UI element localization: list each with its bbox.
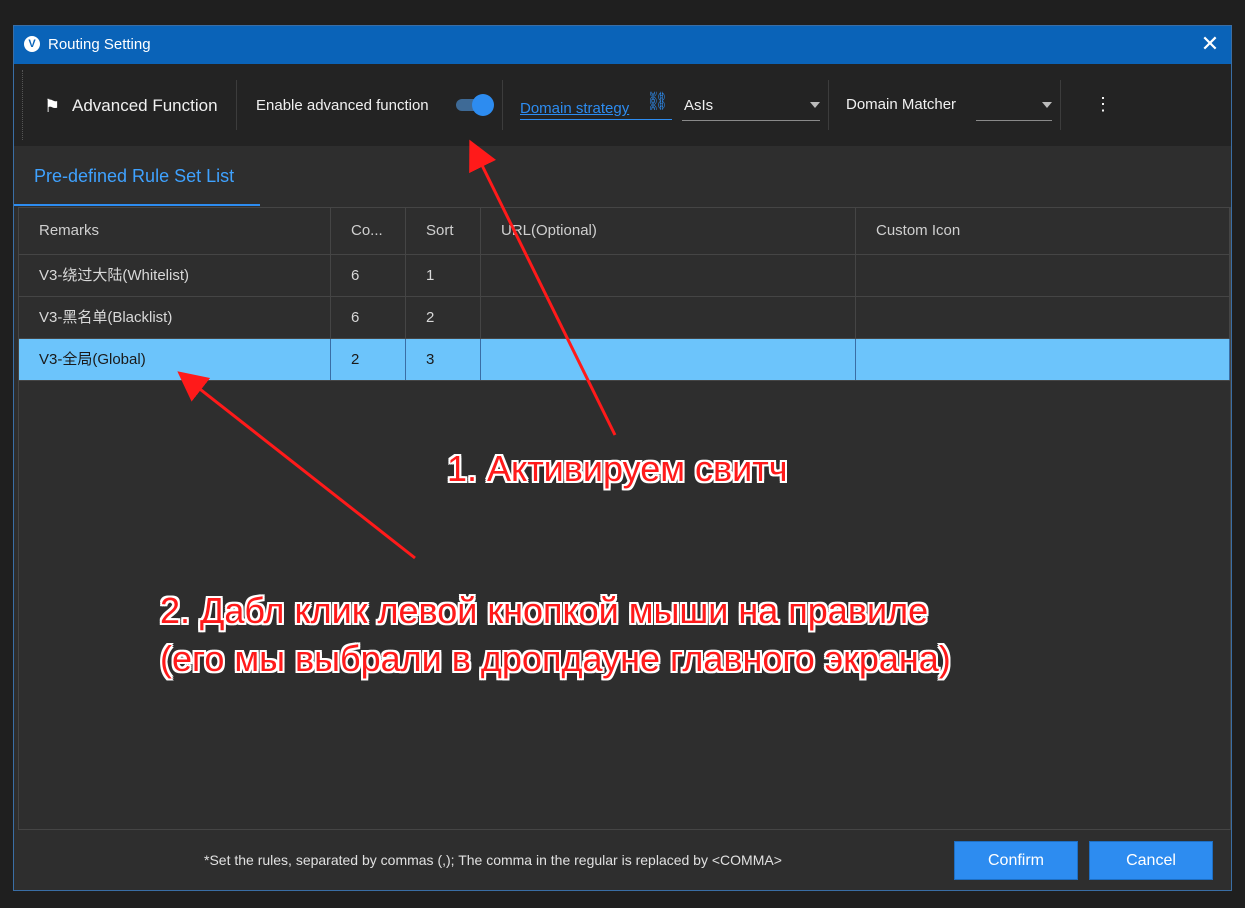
cell-url (481, 297, 856, 338)
cell-remarks: V3-黑名单(Blacklist) (19, 297, 331, 338)
more-vertical-icon: ⋮ (1094, 94, 1112, 114)
rule-set-table: Remarks Co... Sort URL(Optional) Custom … (18, 207, 1231, 830)
close-button[interactable]: ✕ (1199, 32, 1221, 56)
cell-url (481, 255, 856, 296)
domain-strategy-underline (520, 119, 672, 120)
annotation-step-2-line-2: (его мы выбрали в дропдауне главного экр… (160, 638, 951, 679)
tab-label: Pre-defined Rule Set List (34, 166, 235, 186)
cell-sort: 1 (406, 255, 481, 296)
domain-matcher-label: Domain Matcher (846, 96, 957, 113)
chevron-down-icon (810, 102, 820, 108)
table-row-selected[interactable]: V3-全局(Global) 2 3 (19, 339, 1230, 381)
advanced-function-label: Advanced Function (72, 96, 218, 115)
enable-advanced-label: Enable advanced function (256, 97, 429, 114)
toolbar-divider (1060, 80, 1061, 130)
cell-sort: 3 (406, 339, 481, 380)
column-header-url[interactable]: URL(Optional) (481, 208, 856, 254)
v2ray-logo-icon: V (24, 36, 40, 52)
domain-strategy-link[interactable]: Domain strategy (520, 100, 629, 117)
cell-custom-icon (856, 339, 1230, 380)
annotation-step-2-line-1: 2. Дабл клик левой кнопкой мыши на прави… (160, 590, 929, 631)
table-row[interactable]: V3-绕过大陆(Whitelist) 6 1 (19, 255, 1230, 297)
close-icon: ✕ (1200, 31, 1220, 56)
toolbar: ⚑ Advanced Function Enable advanced func… (14, 64, 1231, 146)
tab-predefined-rule-set-list[interactable]: Pre-defined Rule Set List (14, 146, 260, 206)
column-header-custom-icon[interactable]: Custom Icon (856, 208, 1230, 254)
cell-remarks: V3-绕过大陆(Whitelist) (19, 255, 331, 296)
toolbar-grip (22, 70, 23, 140)
table-header: Remarks Co... Sort URL(Optional) Custom … (19, 208, 1230, 255)
cell-custom-icon (856, 255, 1230, 296)
column-header-sort[interactable]: Sort (406, 208, 481, 254)
cell-custom-icon (856, 297, 1230, 338)
domain-matcher-select[interactable] (976, 90, 1052, 121)
confirm-button[interactable]: Confirm (954, 841, 1078, 880)
chevron-down-icon (1042, 102, 1052, 108)
toolbar-divider (828, 80, 829, 130)
cell-remarks: V3-全局(Global) (19, 339, 331, 380)
toolbar-divider (236, 80, 237, 130)
domain-strategy-value: AsIs (684, 97, 714, 114)
enable-advanced-toggle[interactable] (454, 94, 494, 116)
toolbar-divider (502, 80, 503, 130)
cancel-button[interactable]: Cancel (1089, 841, 1213, 880)
toggle-knob (472, 94, 494, 116)
domain-strategy-select[interactable]: AsIs (682, 90, 820, 121)
column-header-count[interactable]: Co... (331, 208, 406, 254)
cell-count: 2 (331, 339, 406, 380)
more-options-button[interactable]: ⋮ (1094, 92, 1112, 116)
window-title: Routing Setting (48, 36, 151, 53)
column-header-remarks[interactable]: Remarks (19, 208, 331, 254)
cell-url (481, 339, 856, 380)
title-bar: V Routing Setting ✕ (14, 26, 1231, 64)
cell-count: 6 (331, 255, 406, 296)
signpost-icon: ⚑ (44, 96, 61, 116)
cell-sort: 2 (406, 297, 481, 338)
tab-strip: Pre-defined Rule Set List (14, 146, 1231, 206)
annotation-step-1: 1. Активируем свитч (447, 448, 788, 489)
table-row[interactable]: V3-黑名单(Blacklist) 6 2 (19, 297, 1230, 339)
cell-count: 6 (331, 297, 406, 338)
rules-hint-text: *Set the rules, separated by commas (,);… (204, 852, 782, 868)
link-icon: ⛓ (646, 91, 669, 111)
